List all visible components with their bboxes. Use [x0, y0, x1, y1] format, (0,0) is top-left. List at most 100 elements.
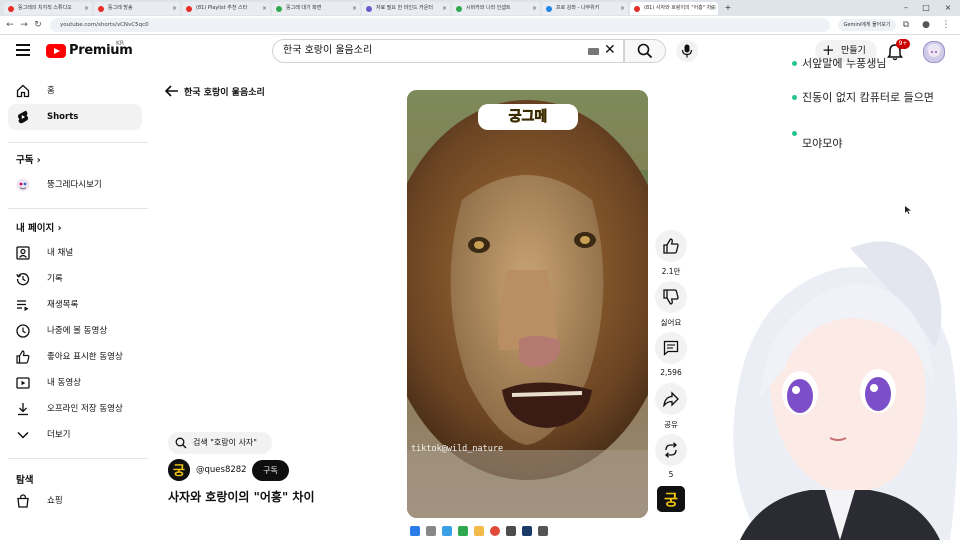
- browser-tab[interactable]: 자료 필요 한 마인드 카운터 ×: [362, 2, 450, 15]
- dislike-button[interactable]: [655, 281, 687, 313]
- app-icon[interactable]: [506, 526, 516, 536]
- remix-button[interactable]: [655, 434, 687, 466]
- sidebar-item-label: 내 동영상: [47, 378, 81, 388]
- shopping-icon: [17, 494, 29, 508]
- browser-tab[interactable]: 뚱그레의 치지직 스튜디오 ×: [4, 2, 92, 15]
- channel-icon: [16, 246, 30, 260]
- heading-label: 구독: [16, 155, 34, 166]
- browser-tab[interactable]: 시바카와 나라 인셉트 ×: [452, 2, 540, 15]
- sidebar-item-playlists[interactable]: 재생목록: [8, 292, 142, 318]
- video-caption: 궁그메: [478, 104, 578, 130]
- browser-tab-active[interactable]: (81) 사자와 호랑이의 "어흥" 차이 ×: [630, 2, 718, 15]
- tab-close-icon[interactable]: ×: [262, 2, 267, 15]
- tab-close-icon[interactable]: ×: [620, 2, 625, 15]
- share-label: 공유: [664, 420, 678, 429]
- browser-tab[interactable]: 뚱그레 대기 화면 ×: [272, 2, 360, 15]
- new-tab-icon[interactable]: +: [718, 0, 738, 16]
- channel-avatar[interactable]: 궁: [168, 459, 190, 481]
- download-icon: [18, 403, 28, 416]
- youtube-play-icon: [46, 44, 66, 58]
- tab-favicon-icon: [456, 6, 462, 12]
- start-icon[interactable]: [410, 526, 420, 536]
- comment-icon: [663, 340, 679, 356]
- sidebar-divider: [8, 142, 148, 143]
- steam-icon[interactable]: [522, 526, 532, 536]
- share-button[interactable]: [655, 383, 687, 415]
- tab-favicon-icon: [546, 6, 552, 12]
- comment-count: 2,596: [660, 368, 682, 377]
- browser-tab[interactable]: 프로 강좌 - 나무위키 ×: [542, 2, 628, 15]
- subscribe-button[interactable]: 구독: [252, 460, 289, 481]
- maximize-icon[interactable]: □: [916, 0, 936, 16]
- tab-close-icon[interactable]: ×: [84, 2, 89, 15]
- extensions-icon[interactable]: ⧉: [900, 19, 912, 31]
- comments-button[interactable]: [655, 332, 687, 364]
- gemini-button[interactable]: Gemini에게 물어보기: [838, 19, 896, 31]
- mouse-cursor-icon: [905, 206, 911, 214]
- sidebar-item-watch-later[interactable]: 나중에 볼 동영상: [8, 318, 142, 344]
- subscriptions-heading[interactable]: 구독 ›: [16, 152, 41, 166]
- search-button[interactable]: [624, 39, 666, 63]
- tab-close-icon[interactable]: ×: [442, 2, 447, 15]
- original-sound-thumbnail[interactable]: 궁: [657, 486, 685, 512]
- menu-icon[interactable]: ⋮: [940, 19, 952, 31]
- tab-label: (81) 사자와 호랑이의 "어흥" 차이: [644, 5, 716, 11]
- tab-label: 뚱그레 방송: [108, 5, 133, 11]
- sidebar-item-shopping[interactable]: 쇼핑: [8, 488, 142, 514]
- you-heading[interactable]: 내 페이지 ›: [16, 220, 62, 234]
- folder-icon[interactable]: [474, 526, 484, 536]
- taskbar: [400, 522, 560, 540]
- sidebar-item-my-channel[interactable]: 내 채널: [8, 240, 142, 266]
- address-bar: ← → ↻ youtube.com/shorts/vCNvC5qc0 Gemin…: [0, 16, 960, 35]
- svg-text:궁: 궁: [173, 464, 185, 479]
- explore-heading: 탐색: [16, 472, 33, 486]
- minimize-icon[interactable]: –: [896, 0, 916, 16]
- sidebar-item-label: 내 채널: [47, 248, 74, 258]
- sidebar-item-show-more[interactable]: 더보기: [8, 422, 142, 448]
- search-icon[interactable]: [426, 526, 436, 536]
- clear-search-icon[interactable]: ✕: [604, 42, 616, 58]
- sidebar-item-liked-videos[interactable]: 좋아요 표시한 동영상: [8, 344, 142, 370]
- thumbs-down-icon: [663, 289, 679, 305]
- home-icon: [16, 84, 30, 98]
- keyboard-icon[interactable]: [588, 48, 599, 55]
- watch-later-icon: [16, 324, 30, 338]
- app-icon[interactable]: [538, 526, 548, 536]
- sidebar-item-history[interactable]: 기록: [8, 266, 142, 292]
- task-view-icon[interactable]: [442, 526, 452, 536]
- profile-icon[interactable]: ●: [920, 19, 932, 31]
- search-input[interactable]: 한국 호랑이 울음소리: [272, 39, 624, 63]
- browser-tab[interactable]: (81) Playlist 추천 스타 ×: [182, 2, 270, 15]
- related-search-chip[interactable]: 검색 "호랑이 사자": [168, 432, 272, 454]
- back-icon[interactable]: ←: [4, 19, 16, 31]
- sidebar-item-subscription[interactable]: 뚱그레다시보기: [8, 172, 142, 198]
- tab-close-icon[interactable]: ×: [172, 2, 177, 15]
- like-button[interactable]: [655, 230, 687, 262]
- url-input[interactable]: youtube.com/shorts/vCNvC5qc0: [50, 18, 830, 32]
- voice-search-button[interactable]: [676, 40, 698, 62]
- chevron-right-icon: ›: [36, 155, 41, 166]
- sidebar-item-home[interactable]: 홈: [8, 78, 142, 104]
- tab-favicon-icon: [186, 6, 192, 12]
- sidebar-item-downloads[interactable]: 오프라인 저장 동영상: [8, 396, 142, 422]
- shorts-icon: [17, 110, 29, 124]
- reload-icon[interactable]: ↻: [32, 19, 44, 31]
- hamburger-menu-icon[interactable]: [16, 44, 30, 56]
- browser-tab[interactable]: 뚱그레 방송 ×: [94, 2, 180, 15]
- sidebar-item-shorts[interactable]: Shorts: [8, 104, 142, 130]
- heading-label: 탐색: [16, 475, 34, 486]
- sidebar-divider: [8, 458, 148, 459]
- tab-close-icon[interactable]: ×: [532, 2, 537, 15]
- share-icon: [663, 391, 679, 407]
- window-close-icon[interactable]: ×: [938, 0, 958, 16]
- tab-close-icon[interactable]: ×: [710, 2, 715, 15]
- thumbs-up-icon: [663, 238, 679, 254]
- sidebar-item-my-videos[interactable]: 내 동영상: [8, 370, 142, 396]
- back-arrow-icon[interactable]: [164, 84, 180, 98]
- like-action: 2.1만: [655, 230, 687, 277]
- app-icon[interactable]: [458, 526, 468, 536]
- forward-icon[interactable]: →: [18, 19, 30, 31]
- chrome-icon[interactable]: [490, 526, 500, 536]
- tab-close-icon[interactable]: ×: [352, 2, 357, 15]
- channel-name[interactable]: @ques8282: [196, 465, 247, 475]
